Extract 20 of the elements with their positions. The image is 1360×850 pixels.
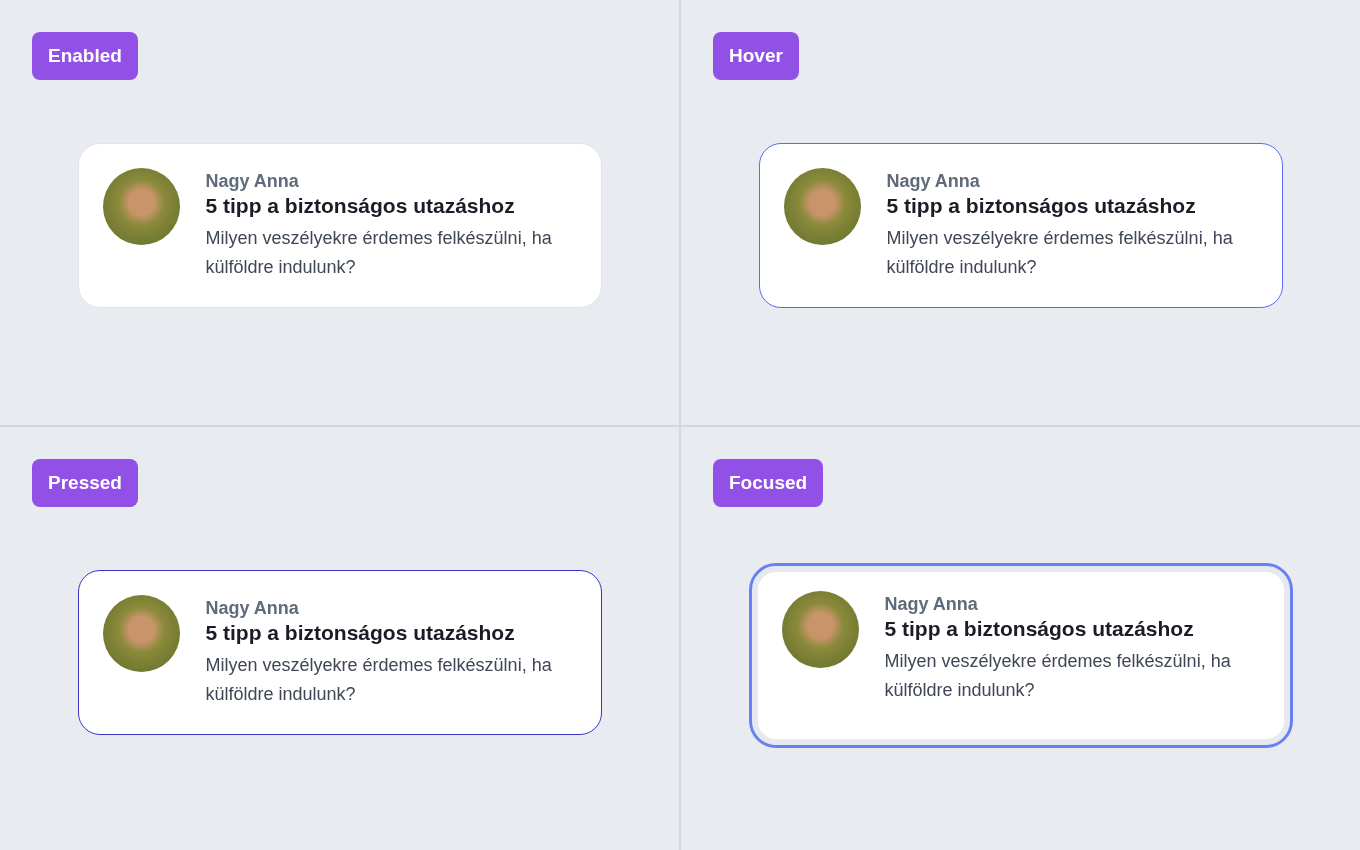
article-description: Milyen veszélyekre érdemes felkészülni, ha külföldre indulunk? <box>205 654 553 706</box>
article-card[interactable]: Nagy Anna 5 tipp a biztonságos utazáshoz Milyen veszélyekre érdemes felkészülni, ha külföldre indulunk? <box>758 143 1283 308</box>
author-name: Nagy Anna <box>205 597 300 619</box>
state-label: Pressed <box>32 459 138 507</box>
state-label: Hover <box>713 32 799 80</box>
article-title: 5 tipp a biztonságos utazáshoz <box>205 620 516 646</box>
state-label: Focused <box>713 459 824 507</box>
article-card[interactable]: Nagy Anna 5 tipp a biztonságos utazáshoz Milyen veszélyekre érdemes felkészülni, ha külföldre indulunk? <box>751 566 1290 745</box>
author-name: Nagy Anna <box>884 593 979 615</box>
article-title: 5 tipp a biztonságos utazáshoz <box>886 193 1197 219</box>
article-card[interactable]: Nagy Anna 5 tipp a biztonságos utazáshoz Milyen veszélyekre érdemes felkészülni, ha külföldre indulunk? <box>77 143 602 308</box>
article-description: Milyen veszélyekre érdemes felkészülni, ha külföldre indulunk? <box>884 650 1232 702</box>
article-description: Milyen veszélyekre érdemes felkészülni, ha külföldre indulunk? <box>205 227 553 279</box>
article-description: Milyen veszélyekre érdemes felkészülni, ha külföldre indulunk? <box>886 227 1234 279</box>
article-title: 5 tipp a biztonságos utazáshoz <box>884 616 1195 642</box>
author-name: Nagy Anna <box>205 170 300 192</box>
article-title: 5 tipp a biztonságos utazáshoz <box>205 193 516 219</box>
article-card[interactable]: Nagy Anna 5 tipp a biztonságos utazáshoz Milyen veszélyekre érdemes felkészülni, ha külföldre indulunk? <box>77 570 602 735</box>
author-name: Nagy Anna <box>886 170 981 192</box>
state-label: Enabled <box>32 32 138 80</box>
